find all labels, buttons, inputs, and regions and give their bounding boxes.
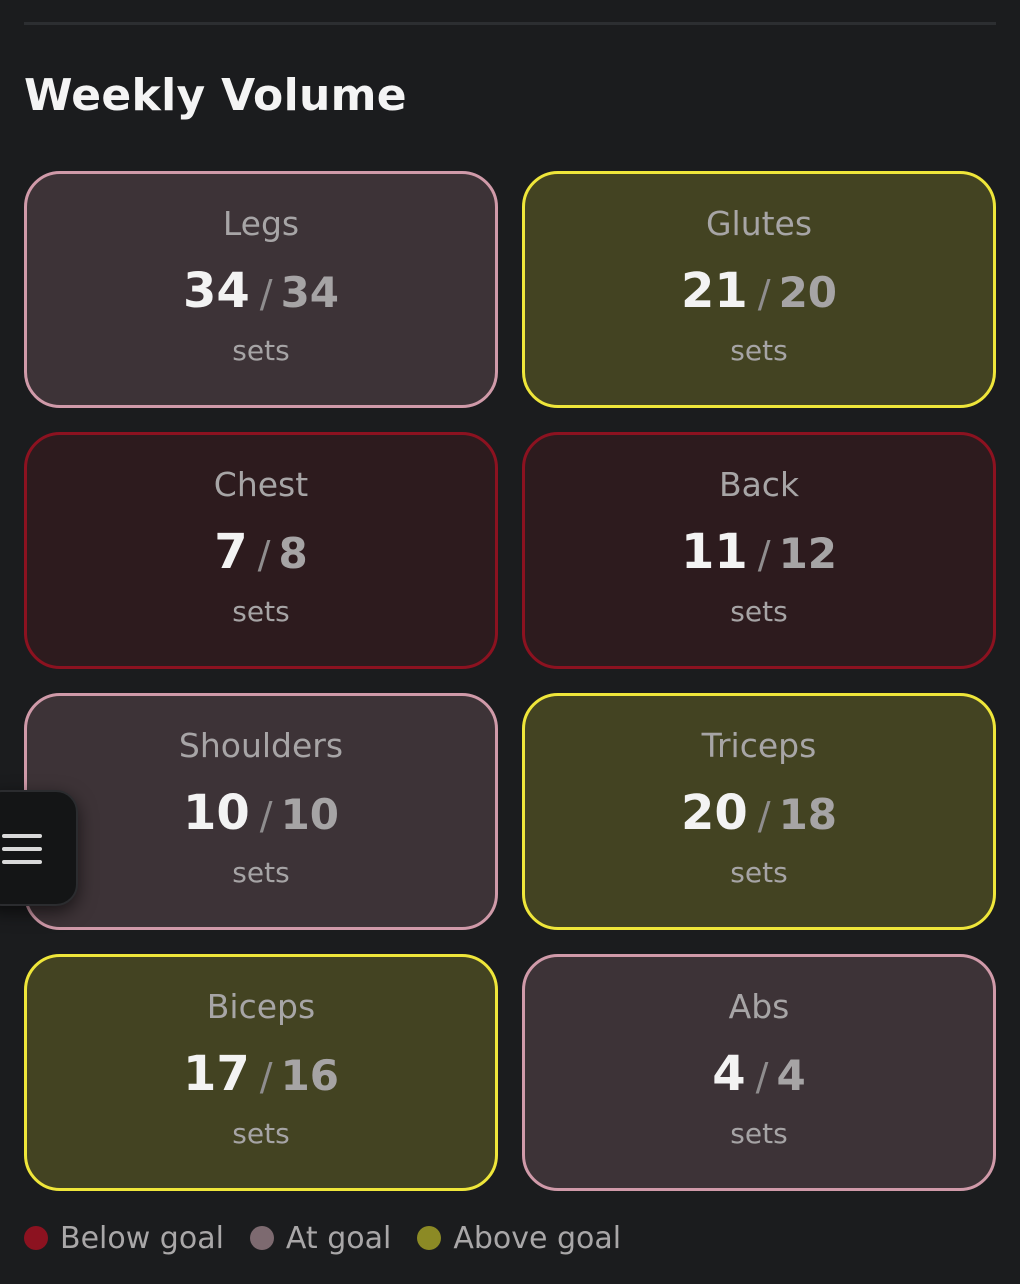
current-sets: 4 — [712, 1046, 746, 1102]
muscle-name: Shoulders — [178, 726, 344, 765]
current-sets: 34 — [182, 263, 250, 319]
separator: / — [259, 794, 273, 838]
muscle-card-glutes[interactable]: Glutes 21 / 20 sets — [522, 171, 996, 408]
current-sets: 7 — [214, 524, 248, 580]
current-sets: 21 — [680, 263, 748, 319]
current-sets: 20 — [680, 785, 748, 841]
separator: / — [757, 794, 771, 838]
muscle-card-triceps[interactable]: Triceps 20 / 18 sets — [522, 693, 996, 930]
current-sets: 10 — [182, 785, 250, 841]
unit-label: sets — [730, 1117, 788, 1150]
unit-label: sets — [232, 856, 290, 889]
legend-item-above-goal: Above goal — [417, 1221, 621, 1256]
legend-label: At goal — [285, 1220, 392, 1256]
unit-label: sets — [730, 856, 788, 889]
goal-sets: 16 — [280, 1051, 340, 1100]
muscle-card-chest[interactable]: Chest 7 / 8 sets — [24, 432, 498, 669]
separator: / — [257, 533, 271, 577]
muscle-name: Legs — [222, 204, 300, 243]
muscle-card-legs[interactable]: Legs 34 / 34 sets — [24, 171, 498, 408]
current-sets: 11 — [680, 524, 748, 580]
goal-sets: 12 — [778, 529, 838, 578]
unit-label: sets — [730, 334, 788, 367]
muscle-card-back[interactable]: Back 11 / 12 sets — [522, 432, 996, 669]
set-count: 4 / 4 — [712, 1050, 805, 1098]
goal-sets: 20 — [778, 268, 838, 317]
goal-sets: 18 — [778, 790, 838, 839]
muscle-name: Triceps — [701, 726, 817, 765]
muscle-name: Back — [718, 465, 800, 504]
unit-label: sets — [730, 595, 788, 628]
top-divider — [24, 22, 996, 25]
separator: / — [259, 272, 273, 316]
legend-item-at-goal: At goal — [249, 1220, 392, 1256]
muscle-name: Abs — [728, 987, 790, 1026]
separator: / — [259, 1055, 273, 1099]
legend-label: Above goal — [453, 1220, 622, 1256]
set-count: 7 / 8 — [214, 528, 307, 576]
menu-toggle-button[interactable] — [0, 790, 78, 906]
muscle-card-biceps[interactable]: Biceps 17 / 16 sets — [24, 954, 498, 1191]
legend-label: Below goal — [60, 1220, 224, 1256]
separator: / — [755, 1055, 769, 1099]
legend: Below goal At goal Above goal — [24, 1220, 647, 1256]
muscle-group-grid: Legs 34 / 34 sets Glutes 21 / 20 sets Ch… — [24, 171, 996, 1191]
weekly-volume-page: Weekly Volume Legs 34 / 34 sets Glutes 2… — [0, 0, 1020, 1284]
muscle-name: Biceps — [206, 987, 316, 1026]
goal-sets: 34 — [280, 268, 340, 317]
set-count: 20 / 18 — [681, 789, 837, 837]
muscle-card-abs[interactable]: Abs 4 / 4 sets — [522, 954, 996, 1191]
muscle-name: Chest — [213, 465, 309, 504]
goal-sets: 10 — [280, 790, 340, 839]
current-sets: 17 — [182, 1046, 250, 1102]
muscle-name: Glutes — [705, 204, 813, 243]
unit-label: sets — [232, 334, 290, 367]
separator: / — [757, 533, 771, 577]
set-count: 21 / 20 — [681, 267, 837, 315]
set-count: 34 / 34 — [183, 267, 339, 315]
unit-label: sets — [232, 1117, 290, 1150]
legend-item-below-goal: Below goal — [24, 1221, 224, 1256]
hamburger-menu-icon — [2, 834, 44, 866]
legend-dot — [417, 1226, 442, 1250]
set-count: 17 / 16 — [183, 1050, 339, 1098]
set-count: 11 / 12 — [681, 528, 837, 576]
muscle-card-shoulders[interactable]: Shoulders 10 / 10 sets — [24, 693, 498, 930]
unit-label: sets — [232, 595, 290, 628]
goal-sets: 8 — [278, 529, 308, 578]
separator: / — [757, 272, 771, 316]
goal-sets: 4 — [776, 1051, 806, 1100]
legend-dot — [24, 1226, 48, 1250]
legend-dot — [249, 1226, 274, 1250]
set-count: 10 / 10 — [183, 789, 339, 837]
page-title: Weekly Volume — [24, 70, 407, 121]
